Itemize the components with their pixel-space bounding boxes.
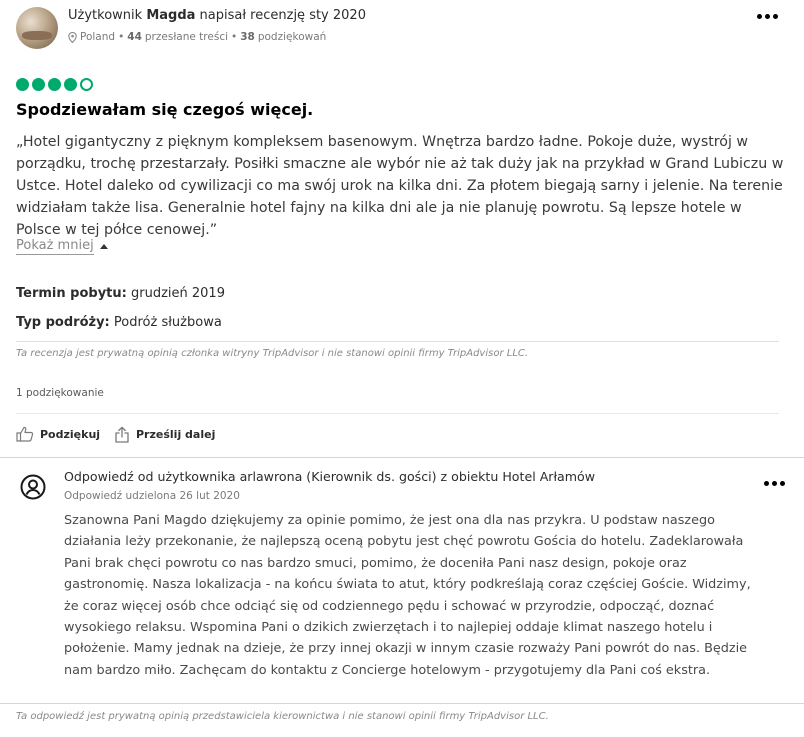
show-less-button[interactable]: Pokaż mniej (16, 238, 108, 255)
review-title[interactable]: Spodziewałam się czegoś więcej. (16, 100, 313, 119)
author-name[interactable]: Magda (146, 8, 195, 23)
user-avatar[interactable] (16, 7, 58, 49)
share-label: Prześlij dalej (136, 428, 216, 441)
trip-label: Typ podróży: (16, 315, 110, 330)
contributions-label: przesłane treści (144, 31, 229, 43)
rating-bubble-icon (16, 78, 29, 91)
stay-date: Termin pobytu: grudzień 2019 (16, 286, 225, 301)
response-text: Szanowna Pani Magdo dziękujemy za opinie… (64, 513, 751, 678)
thanks-count: 1 podziękowanie (16, 387, 104, 399)
trip-type: Typ podróży: Podróż służbowa (16, 315, 222, 330)
caret-up-icon (99, 244, 108, 249)
trip-value: Podróż służbowa (113, 315, 222, 330)
rating-bubble-icon (32, 78, 45, 91)
author-meta: Poland • 44 przesłane treści • 38 podzię… (68, 31, 326, 43)
response-date: Odpowiedź udzielona 26 lut 2020 (64, 490, 240, 502)
divider (16, 413, 779, 414)
more-options-icon[interactable] (755, 8, 779, 24)
author-prefix: Użytkownik (68, 8, 143, 23)
contributions-count: 44 (127, 31, 142, 43)
review-card: Użytkownik Magda napisał recenzję sty 20… (0, 0, 804, 737)
thank-button[interactable]: Podziękuj (16, 426, 100, 442)
response-title: Odpowiedź od użytkownika arlawrona (Kier… (64, 469, 596, 484)
rating-bubbles (16, 78, 93, 91)
map-pin-icon (68, 31, 77, 43)
author-line: Użytkownik Magda napisał recenzję sty 20… (68, 8, 366, 23)
divider (0, 457, 804, 458)
author-location: Poland (80, 31, 116, 43)
thank-label: Podziękuj (40, 427, 101, 441)
helpful-label: podziękowań (257, 31, 327, 43)
helpful-count: 38 (240, 31, 255, 43)
review-disclaimer: Ta recenzja jest prywatną opinią członka… (16, 348, 529, 359)
share-button[interactable]: Prześlij dalej (114, 426, 215, 443)
review-text: „Hotel gigantyczny z pięknym kompleksem … (16, 134, 784, 238)
author-suffix: napisał recenzję sty 2020 (199, 8, 366, 23)
show-less-label: Pokaż mniej (16, 238, 94, 255)
stay-value: grudzień 2019 (130, 286, 225, 301)
share-icon (115, 426, 129, 443)
rating-bubble-icon (48, 78, 61, 91)
thumbs-up-icon (16, 426, 34, 442)
rating-bubble-empty-icon (80, 78, 93, 91)
rating-bubble-icon (64, 78, 77, 91)
user-circle-icon (20, 474, 46, 500)
divider (16, 341, 779, 342)
response-disclaimer: Ta odpowiedź jest prywatną opinią przeds… (16, 711, 549, 722)
response-more-options-icon[interactable] (762, 475, 786, 491)
stay-label: Termin pobytu: (16, 286, 127, 301)
divider (0, 703, 804, 704)
